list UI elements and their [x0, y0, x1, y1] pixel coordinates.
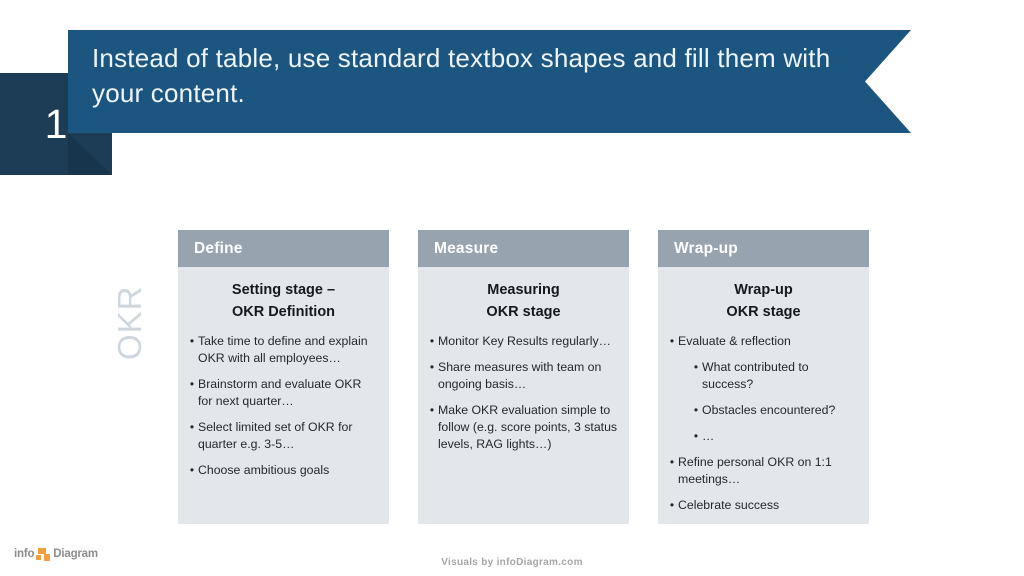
list-item-text: Obstacles encountered?: [702, 402, 836, 417]
card-subtitle-wrap-up: Wrap-up OKR stage: [658, 279, 869, 324]
list-item: • Share measures with team on ongoing ba…: [426, 359, 619, 393]
card-subtitle-line2: OKR stage: [486, 304, 561, 321]
card-bullet-list-wrap-up: • Evaluate & reflection • What contribut…: [658, 333, 869, 514]
bullet-dot-icon: •: [693, 359, 699, 374]
card-subtitle-measure: Measuring OKR stage: [418, 279, 629, 324]
bullet-dot-icon: •: [669, 333, 675, 348]
card-header-wrap-up: Wrap-up: [658, 230, 869, 267]
bullet-dot-icon: •: [189, 376, 195, 391]
card-subtitle-line1: Measuring: [487, 282, 560, 298]
list-item-text: What contributed to success?: [702, 359, 809, 391]
card-header-label: Wrap-up: [674, 239, 738, 257]
bullet-dot-icon: •: [429, 333, 435, 348]
list-item: • Take time to define and explain OKR wi…: [186, 333, 379, 367]
list-item-sub: • Obstacles encountered?: [666, 402, 859, 419]
logo-diagram-text: Diagram: [53, 548, 98, 560]
card-subtitle-line1: Wrap-up: [734, 282, 793, 298]
list-item-sub: • …: [666, 428, 859, 445]
list-item-text: Take time to define and explain OKR with…: [198, 333, 368, 365]
card-subtitle-line2: OKR Definition: [231, 304, 336, 321]
bullet-dot-icon: •: [189, 333, 195, 348]
stage-card-wrap-up[interactable]: Wrap-up Wrap-up OKR stage • Evaluate & r…: [658, 230, 869, 524]
bullet-dot-icon: •: [429, 359, 435, 374]
card-bullet-list-measure: • Monitor Key Results regularly… • Share…: [418, 333, 629, 453]
card-header-label: Define: [194, 239, 243, 257]
card-header-measure: Measure: [418, 230, 629, 267]
list-item: • Refine personal OKR on 1:1 meetings…: [666, 454, 859, 488]
card-subtitle-line2: OKR stage: [726, 304, 801, 321]
banner-notch-shape: [865, 30, 911, 133]
bullet-dot-icon: •: [693, 428, 699, 443]
bullet-dot-icon: •: [429, 402, 435, 417]
list-item: • Monitor Key Results regularly…: [426, 333, 619, 350]
list-item: • Make OKR evaluation simple to follow (…: [426, 402, 619, 453]
footer-credit: Visuals by infoDiagram.com: [441, 557, 583, 568]
bullet-dot-icon: •: [693, 402, 699, 417]
bullet-dot-icon: •: [669, 497, 675, 512]
card-header-label: Measure: [434, 239, 499, 257]
list-item-text: Monitor Key Results regularly…: [438, 333, 611, 348]
stage-card-measure[interactable]: Measure Measuring OKR stage • Monitor Ke…: [418, 230, 629, 524]
list-item: • Brainstorm and evaluate OKR for next q…: [186, 376, 379, 410]
list-item-text: Brainstorm and evaluate OKR for next qua…: [198, 376, 362, 408]
list-item: • Select limited set of OKR for quarter …: [186, 419, 379, 453]
page-title: Instead of table, use standard textbox s…: [92, 43, 831, 109]
vertical-okr-label: OKR: [111, 285, 148, 360]
list-item: • Evaluate & reflection: [666, 333, 859, 350]
slide-canvas: 1 Instead of table, use standard textbox…: [0, 0, 1024, 576]
list-item-text: …: [702, 428, 715, 443]
bullet-dot-icon: •: [189, 419, 195, 434]
card-subtitle-define: Setting stage – OKR Definition: [178, 279, 389, 324]
list-item-text: Share measures with team on ongoing basi…: [438, 359, 602, 391]
logo-squares-icon: [36, 547, 51, 561]
card-subtitle-line1: Setting stage –: [231, 282, 336, 298]
card-bullet-list-define: • Take time to define and explain OKR wi…: [178, 333, 389, 479]
list-item-text: Evaluate & reflection: [678, 333, 791, 348]
list-item: • Celebrate success: [666, 497, 859, 514]
list-item-sub: • What contributed to success?: [666, 359, 859, 393]
bullet-dot-icon: •: [189, 462, 195, 477]
list-item-text: Choose ambitious goals: [198, 462, 330, 477]
list-item-text: Refine personal OKR on 1:1 meetings…: [678, 454, 832, 486]
list-item-text: Select limited set of OKR for quarter e.…: [198, 419, 353, 451]
card-header-define: Define: [178, 230, 389, 267]
infodiagram-logo[interactable]: info Diagram: [14, 546, 98, 562]
stage-card-define[interactable]: Define Setting stage – OKR Definition • …: [178, 230, 389, 524]
list-item: • Choose ambitious goals: [186, 462, 379, 479]
list-item-text: Make OKR evaluation simple to follow (e.…: [438, 402, 618, 451]
logo-info-text: info: [14, 548, 35, 560]
list-item-text: Celebrate success: [678, 497, 780, 512]
bullet-dot-icon: •: [669, 454, 675, 469]
